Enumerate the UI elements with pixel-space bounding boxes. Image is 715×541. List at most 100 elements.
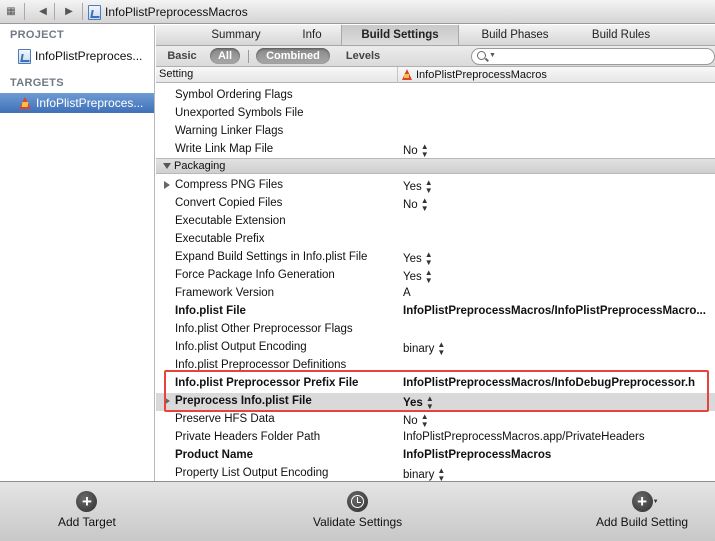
table-row[interactable]: Product Name InfoPlistPreprocessMacros: [156, 447, 715, 465]
search-input[interactable]: [498, 50, 708, 63]
table-row[interactable]: Expand Build Settings in Info.plist File…: [156, 249, 715, 267]
sidebar-item-project[interactable]: InfoPlistPreproces...: [0, 46, 154, 66]
table-row-selected[interactable]: Preprocess Info.plist File Yes ▲ ▼: [156, 393, 715, 411]
add-build-setting-button[interactable]: + ▼ Add Build Setting: [596, 491, 688, 529]
setting-value[interactable]: A: [403, 287, 411, 299]
setting-name: Symbol Ordering Flags: [175, 89, 293, 101]
setting-name: Private Headers Folder Path: [175, 431, 321, 443]
column-header-target-label: InfoPlistPreprocessMacros: [416, 69, 547, 81]
setting-value[interactable]: InfoPlistPreprocessMacros/InfoDebugPrepr…: [403, 377, 695, 389]
setting-value[interactable]: Yes ▲ ▼: [403, 179, 433, 195]
column-header-setting[interactable]: Setting: [159, 68, 193, 80]
setting-value[interactable]: No ▲ ▼: [403, 413, 429, 429]
table-row[interactable]: Property List Output Encoding binary ▲ ▼: [156, 465, 715, 481]
setting-value[interactable]: binary ▲ ▼: [403, 467, 445, 481]
filter-all-button[interactable]: All: [210, 48, 240, 64]
table-row[interactable]: Force Package Info Generation Yes ▲ ▼: [156, 267, 715, 285]
grid-icon[interactable]: ▦: [2, 3, 20, 20]
table-row[interactable]: Symbol Ordering Flags: [156, 87, 715, 105]
table-row[interactable]: Unexported Symbols File: [156, 105, 715, 123]
setting-value-text: InfoPlistPreprocessMacros/InfoPlistPrepr…: [403, 305, 706, 317]
setting-name: Executable Extension: [175, 215, 286, 227]
clock-icon: [347, 491, 369, 512]
target-app-icon: [18, 96, 32, 110]
setting-value[interactable]: InfoPlistPreprocessMacros: [403, 449, 551, 461]
section-header-packaging[interactable]: Packaging: [156, 158, 715, 174]
stepper-arrows-icon: ▲ ▼: [420, 413, 429, 429]
setting-value[interactable]: binary ▲ ▼: [403, 341, 445, 357]
targets-header: TARGETS: [10, 77, 64, 89]
setting-value[interactable]: Yes ▲ ▼: [403, 269, 433, 285]
tab-build-settings[interactable]: Build Settings: [341, 25, 459, 45]
setting-name: Product Name: [175, 449, 253, 461]
setting-name: Info.plist Output Encoding: [175, 341, 307, 353]
back-arrow-icon[interactable]: ◀: [34, 3, 52, 20]
settings-column-header: Setting InfoPlistPreprocessMacros: [156, 67, 715, 83]
filter-basic-button[interactable]: Basic: [162, 48, 202, 64]
setting-value-text: binary: [403, 469, 435, 481]
tab-build-rules[interactable]: Build Rules: [584, 25, 658, 45]
setting-value[interactable]: InfoPlistPreprocessMacros/InfoPlistPrepr…: [403, 305, 706, 317]
table-row[interactable]: Info.plist Other Preprocessor Flags: [156, 321, 715, 339]
disclosure-triangle-icon[interactable]: [164, 181, 170, 189]
column-header-target[interactable]: InfoPlistPreprocessMacros: [397, 67, 547, 83]
project-header: PROJECT: [10, 29, 65, 41]
table-row[interactable]: Compress PNG Files Yes ▲ ▼: [156, 177, 715, 195]
setting-value-text: No: [403, 415, 418, 427]
setting-value[interactable]: No ▲ ▼: [403, 143, 429, 159]
tab-summary[interactable]: Summary: [200, 25, 272, 45]
jump-bar: ▦ ◀ ▶ InfoPlistPreprocessMacros: [0, 0, 715, 24]
setting-name: Convert Copied Files: [175, 197, 283, 209]
validate-settings-button[interactable]: Validate Settings: [313, 491, 402, 529]
table-row[interactable]: Framework Version A: [156, 285, 715, 303]
setting-value[interactable]: Yes ▲ ▼: [403, 395, 434, 411]
setting-name: Property List Output Encoding: [175, 467, 329, 479]
project-icon: [18, 48, 31, 64]
tab-info[interactable]: Info: [292, 25, 332, 45]
setting-name: Info.plist Preprocessor Prefix File: [175, 377, 359, 389]
divider: [54, 3, 55, 20]
setting-value[interactable]: InfoPlistPreprocessMacros.app/PrivateHea…: [403, 431, 645, 443]
view-levels-button[interactable]: Levels: [338, 48, 388, 64]
setting-value-text: No: [403, 145, 418, 157]
table-row[interactable]: Info.plist Preprocessor Prefix File Info…: [156, 375, 715, 393]
settings-search-field[interactable]: ▼: [471, 48, 715, 65]
table-row[interactable]: Warning Linker Flags: [156, 123, 715, 141]
disclosure-triangle-icon[interactable]: [164, 397, 170, 405]
table-row[interactable]: Info.plist Preprocessor Definitions: [156, 357, 715, 375]
setting-value-text: InfoPlistPreprocessMacros/InfoDebugPrepr…: [403, 377, 696, 389]
setting-value[interactable]: No ▲ ▼: [403, 197, 429, 213]
stepper-arrows-icon: ▲ ▼: [420, 197, 429, 213]
editor-tab-bar: Summary Info Build Settings Build Phases…: [156, 25, 715, 46]
stepper-arrows-icon: ▲ ▼: [437, 341, 446, 357]
target-app-icon: [401, 69, 413, 81]
setting-name: Unexported Symbols File: [175, 107, 304, 119]
tab-build-phases[interactable]: Build Phases: [472, 25, 558, 45]
table-row[interactable]: Convert Copied Files No ▲ ▼: [156, 195, 715, 213]
setting-name: Compress PNG Files: [175, 179, 283, 191]
table-row[interactable]: Info.plist Output Encoding binary ▲ ▼: [156, 339, 715, 357]
add-build-setting-label: Add Build Setting: [596, 515, 689, 529]
setting-value-text: No: [403, 199, 418, 211]
table-row[interactable]: Private Headers Folder Path InfoPlistPre…: [156, 429, 715, 447]
table-row[interactable]: Preserve HFS Data No ▲ ▼: [156, 411, 715, 429]
view-combined-button[interactable]: Combined: [256, 48, 330, 64]
setting-value[interactable]: Yes ▲ ▼: [403, 251, 433, 267]
setting-name: Info.plist File: [175, 305, 246, 317]
setting-value-text: A: [403, 287, 411, 299]
add-target-button[interactable]: + Add Target: [58, 491, 116, 529]
setting-name: Expand Build Settings in Info.plist File: [175, 251, 368, 263]
table-row[interactable]: Executable Prefix: [156, 231, 715, 249]
setting-name: Write Link Map File: [175, 143, 274, 155]
setting-name: Preprocess Info.plist File: [175, 395, 312, 407]
setting-name: Executable Prefix: [175, 233, 265, 245]
table-row[interactable]: Executable Extension: [156, 213, 715, 231]
forward-arrow-icon[interactable]: ▶: [60, 3, 78, 20]
table-row[interactable]: Write Link Map File No ▲ ▼: [156, 141, 715, 159]
setting-value-text: Yes: [403, 181, 422, 193]
sidebar-item-target[interactable]: InfoPlistPreproces...: [0, 93, 154, 113]
jump-bar-file[interactable]: InfoPlistPreprocessMacros: [88, 2, 248, 22]
setting-value-text: binary: [403, 343, 435, 355]
stepper-arrows-icon: ▲ ▼: [420, 143, 429, 159]
table-row[interactable]: Info.plist File InfoPlistPreprocessMacro…: [156, 303, 715, 321]
